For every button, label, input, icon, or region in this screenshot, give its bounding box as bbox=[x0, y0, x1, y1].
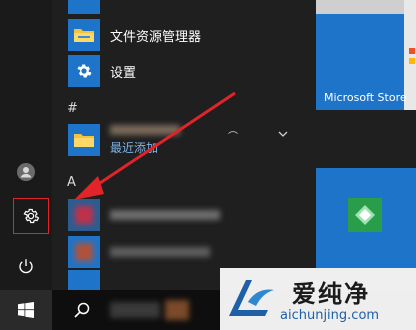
app-tile-green[interactable] bbox=[316, 168, 416, 268]
store-logo-part-icon bbox=[409, 58, 415, 64]
tile-area: Microsoft Store bbox=[306, 0, 416, 290]
watermark-brand: 爱纯净 bbox=[292, 280, 370, 308]
green-app-icon bbox=[348, 198, 382, 232]
watermark: 爱纯净 aichunjing.com bbox=[220, 268, 416, 330]
power-icon bbox=[19, 259, 33, 274]
watermark-url: aichunjing.com bbox=[280, 308, 380, 323]
start-button[interactable] bbox=[0, 290, 52, 330]
blurred-taskbar-item[interactable] bbox=[110, 302, 160, 318]
start-left-rail bbox=[0, 0, 52, 290]
list-item-settings[interactable]: 设置 bbox=[68, 55, 288, 87]
user-icon bbox=[17, 163, 35, 181]
file-explorer-label: 文件资源管理器 bbox=[110, 29, 202, 45]
blurred-app-tile-3 bbox=[68, 270, 100, 290]
store-logo-icon bbox=[409, 48, 415, 54]
search-button[interactable] bbox=[62, 290, 102, 330]
gear-icon bbox=[23, 208, 40, 224]
blurred-app-name bbox=[110, 210, 220, 220]
watermark-logo-icon bbox=[229, 280, 274, 316]
annotation-arrow bbox=[74, 91, 236, 200]
diamond-icon bbox=[355, 205, 375, 225]
gear-icon bbox=[77, 64, 92, 78]
list-item-blurred-2[interactable] bbox=[68, 236, 288, 268]
chevron-down-icon bbox=[278, 131, 288, 137]
file-explorer-tile bbox=[68, 19, 100, 51]
settings-label: 设置 bbox=[110, 65, 137, 81]
blurred-app-icon bbox=[75, 243, 93, 261]
search-icon bbox=[74, 302, 90, 318]
user-account-button[interactable] bbox=[10, 156, 42, 188]
windows-logo-icon bbox=[18, 302, 34, 318]
microsoft-store-tile[interactable]: Microsoft Store bbox=[316, 0, 416, 110]
blurred-app-tile-2 bbox=[68, 236, 100, 268]
list-item-file-explorer[interactable]: 文件资源管理器 bbox=[68, 19, 288, 51]
store-tile-label: Microsoft Store bbox=[324, 91, 407, 104]
expand-button[interactable] bbox=[278, 124, 292, 138]
settings-tile bbox=[68, 55, 100, 87]
app-tile-partial bbox=[68, 0, 100, 14]
blurred-app-name bbox=[110, 247, 210, 257]
folder-icon bbox=[74, 29, 94, 42]
blurred-taskbar-item[interactable] bbox=[165, 300, 189, 320]
tile-logo-strip bbox=[316, 0, 404, 14]
power-button[interactable] bbox=[10, 250, 42, 282]
settings-button[interactable] bbox=[15, 200, 47, 232]
